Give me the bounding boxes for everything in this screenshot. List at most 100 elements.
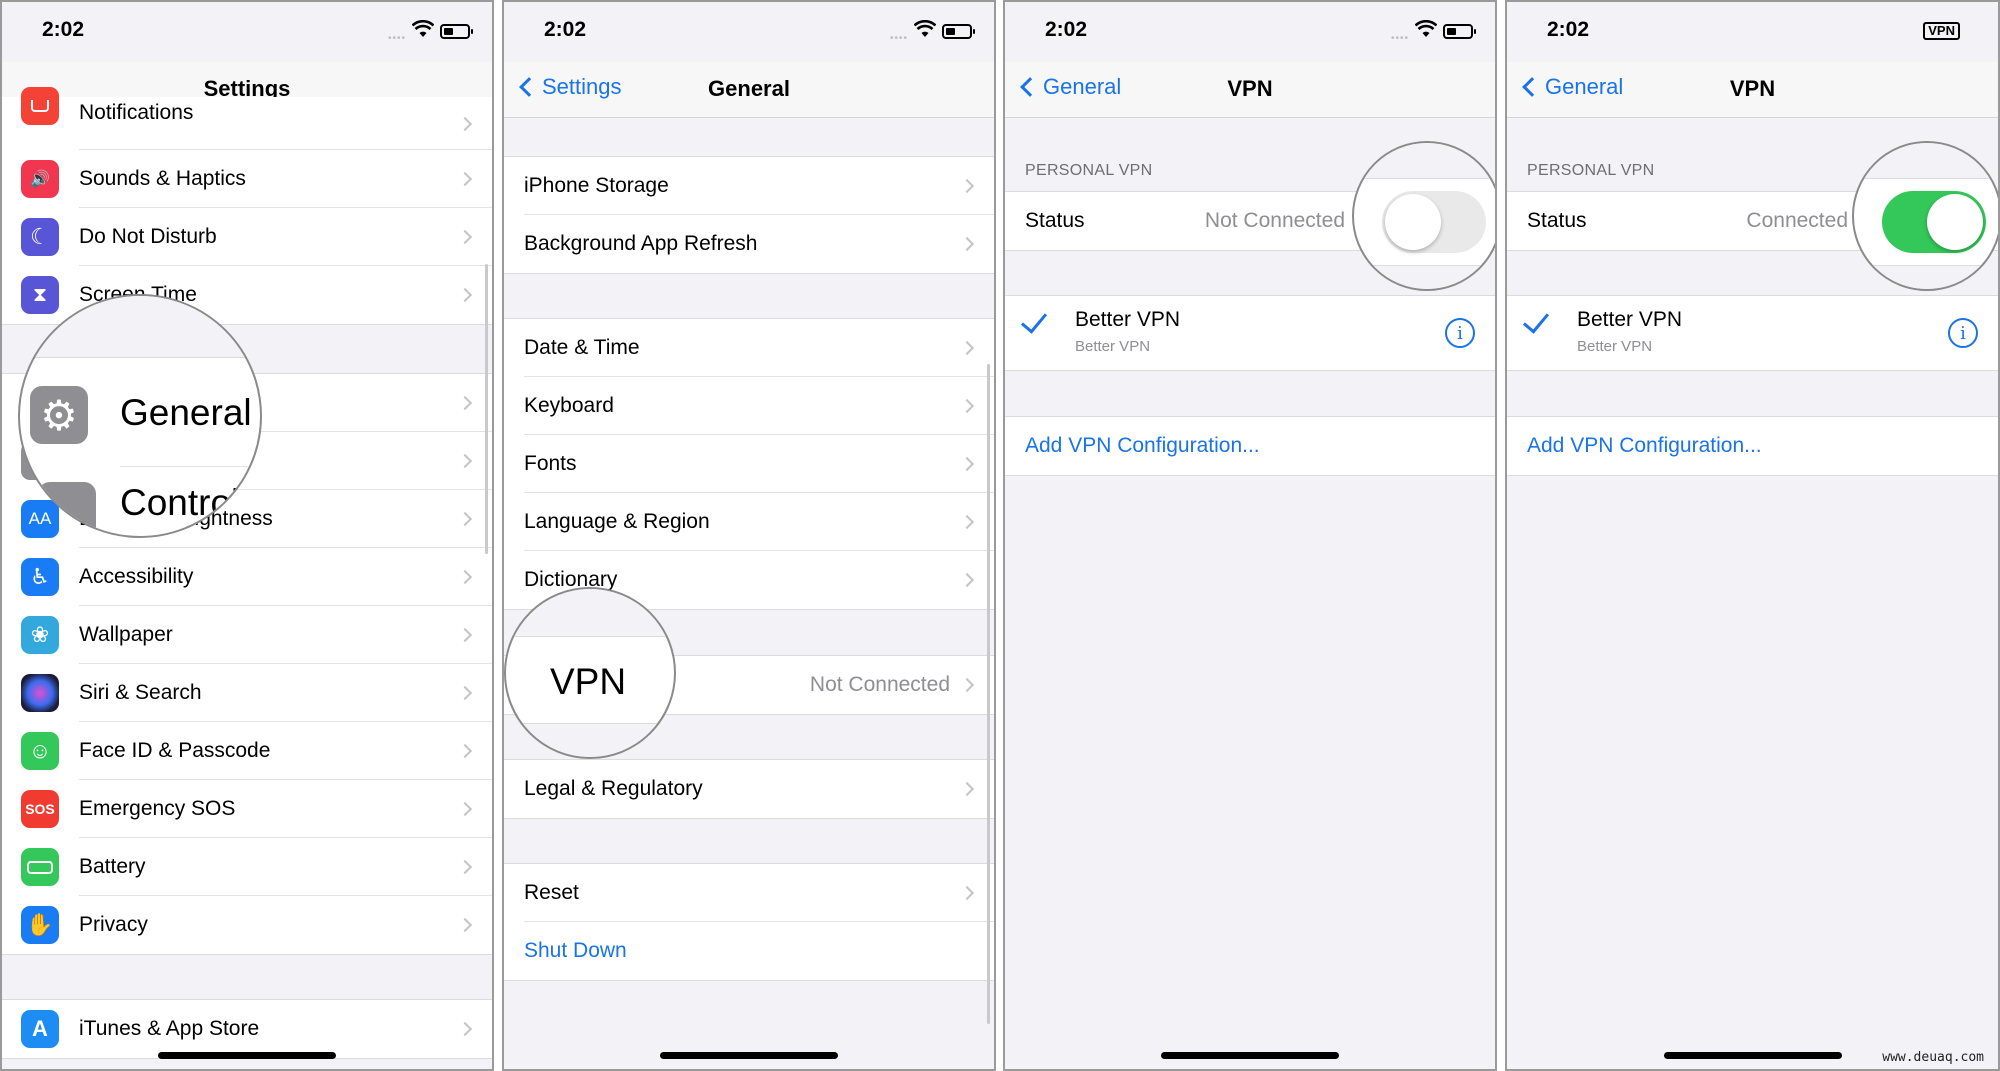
vpn-status-badge: VPN bbox=[1923, 22, 1960, 40]
settings-item-emergency-sos[interactable]: SOS Emergency SOS bbox=[2, 780, 492, 838]
vpn-config-subtitle: Better VPN bbox=[1075, 338, 1151, 355]
general-item-label: Background App Refresh bbox=[524, 232, 758, 255]
general-screen: 2:02 •••• Settings General iPhone Storag… bbox=[502, 0, 996, 1071]
settings-item-wallpaper[interactable]: ❀ Wallpaper bbox=[2, 606, 492, 664]
scrollbar[interactable] bbox=[485, 264, 488, 554]
general-item-background-app-refresh[interactable]: Background App Refresh bbox=[504, 215, 994, 273]
scrollbar[interactable] bbox=[987, 364, 990, 1024]
settings-item-label: Face ID & Passcode bbox=[79, 739, 271, 762]
accessibility-icon: ♿ bbox=[21, 558, 59, 596]
vpn-config-better-vpn[interactable]: Better VPN Better VPN i bbox=[1507, 296, 1998, 370]
magnifier-toggle bbox=[1352, 141, 1495, 291]
shut-down-button[interactable]: Shut Down bbox=[504, 922, 994, 980]
general-item-legal-regulatory[interactable]: Legal & Regulatory bbox=[504, 760, 994, 818]
chevron-right-icon bbox=[457, 859, 473, 875]
gear-icon: ⚙ bbox=[30, 386, 88, 444]
chevron-right-icon bbox=[457, 116, 473, 131]
notifications-icon bbox=[21, 87, 59, 125]
chevron-right-icon bbox=[959, 885, 975, 901]
chevron-right-icon bbox=[457, 287, 473, 303]
cellular-signal-icon: •••• bbox=[1390, 33, 1409, 44]
moon-icon: ☾ bbox=[21, 218, 59, 256]
settings-item-label: Siri & Search bbox=[79, 681, 202, 704]
magnified-general-label: General bbox=[120, 392, 252, 433]
general-item-label: Legal & Regulatory bbox=[524, 777, 703, 800]
page-title: VPN bbox=[1227, 76, 1273, 101]
chevron-right-icon bbox=[457, 627, 473, 643]
chevron-right-icon bbox=[959, 677, 975, 693]
battery-icon bbox=[1443, 24, 1476, 39]
general-group-2: Date & Time Keyboard Fonts Language & Re… bbox=[504, 318, 994, 610]
vpn-config-group: Better VPN Better VPN i bbox=[1507, 295, 1998, 371]
home-indicator bbox=[1161, 1052, 1339, 1059]
settings-item-label: Emergency SOS bbox=[79, 797, 236, 820]
chevron-right-icon bbox=[959, 781, 975, 797]
general-item-language-region[interactable]: Language & Region bbox=[504, 493, 994, 551]
status-time: 2:02 bbox=[1547, 18, 1590, 41]
magnifier-general: ⚙ General Control bbox=[18, 294, 262, 538]
navbar: General VPN bbox=[1507, 62, 1998, 118]
info-icon[interactable]: i bbox=[1948, 318, 1978, 348]
chevron-right-icon bbox=[959, 236, 975, 252]
settings-item-label: Wallpaper bbox=[79, 623, 173, 646]
settings-item-accessibility[interactable]: ♿ Accessibility bbox=[2, 548, 492, 606]
sos-icon: SOS bbox=[21, 790, 59, 828]
vpn-status-toggle[interactable] bbox=[1882, 191, 1986, 253]
vpn-config-better-vpn[interactable]: Better VPN Better VPN i bbox=[1005, 296, 1495, 370]
general-item-label: Keyboard bbox=[524, 394, 614, 417]
status-label: Status bbox=[1025, 209, 1085, 232]
navbar: Settings General bbox=[504, 62, 994, 118]
vpn-config-subtitle: Better VPN bbox=[1577, 338, 1653, 355]
toggle-knob bbox=[1385, 194, 1441, 250]
hand-icon: ✋ bbox=[21, 906, 59, 944]
general-item-date-time[interactable]: Date & Time bbox=[504, 319, 994, 377]
section-header: PERSONAL VPN bbox=[1025, 162, 1153, 179]
toggle-knob bbox=[1927, 194, 1983, 250]
settings-item-privacy[interactable]: ✋ Privacy bbox=[2, 896, 492, 954]
settings-item-itunes-app-store[interactable]: A iTunes & App Store bbox=[2, 1000, 492, 1058]
page-title: General bbox=[708, 76, 790, 101]
speaker-icon: 🔊 bbox=[21, 160, 59, 198]
battery-icon bbox=[942, 24, 975, 39]
chevron-right-icon bbox=[959, 572, 975, 588]
home-indicator bbox=[158, 1052, 336, 1059]
settings-item-notifications[interactable]: Notifications bbox=[2, 87, 492, 150]
chevron-right-icon bbox=[959, 340, 975, 356]
battery-icon bbox=[440, 24, 473, 39]
vpn-config-name: Better VPN bbox=[1075, 308, 1181, 331]
vpn-status-toggle[interactable] bbox=[1382, 191, 1486, 253]
settings-item-face-id-passcode[interactable]: ☺ Face ID & Passcode bbox=[2, 722, 492, 780]
add-vpn-configuration-button[interactable]: Add VPN Configuration... bbox=[1005, 417, 1495, 475]
settings-item-battery[interactable]: Battery bbox=[2, 838, 492, 896]
settings-screen: 2:02 •••• Settings Notifications 🔊 Sound… bbox=[0, 0, 494, 1071]
status-bar: 2:02 •••• bbox=[1005, 2, 1495, 62]
settings-item-siri-search[interactable]: Siri & Search bbox=[2, 664, 492, 722]
general-group-5: Reset Shut Down bbox=[504, 863, 994, 981]
general-item-label: Fonts bbox=[524, 452, 577, 475]
vpn-screen-disconnected: 2:02 •••• General VPN PERSONAL VPN Statu… bbox=[1003, 0, 1497, 1071]
general-group-4: Legal & Regulatory bbox=[504, 759, 994, 819]
settings-group-3: A iTunes & App Store bbox=[2, 999, 492, 1059]
cellular-signal-icon: •••• bbox=[387, 33, 406, 44]
general-item-keyboard[interactable]: Keyboard bbox=[504, 377, 994, 435]
chevron-right-icon bbox=[959, 456, 975, 472]
add-config-label: Add VPN Configuration... bbox=[1025, 434, 1260, 457]
checkmark-icon bbox=[1020, 306, 1048, 334]
settings-item-do-not-disturb[interactable]: ☾ Do Not Disturb bbox=[2, 208, 492, 266]
settings-item-label: Accessibility bbox=[79, 565, 194, 588]
info-icon[interactable]: i bbox=[1445, 318, 1475, 348]
general-item-iphone-storage[interactable]: iPhone Storage bbox=[504, 157, 994, 215]
vpn-config-name: Better VPN bbox=[1577, 308, 1683, 331]
status-bar: 2:02 •••• bbox=[504, 2, 994, 62]
general-item-fonts[interactable]: Fonts bbox=[504, 435, 994, 493]
settings-item-label: Privacy bbox=[79, 913, 148, 936]
general-group-1: iPhone Storage Background App Refresh bbox=[504, 156, 994, 274]
add-vpn-configuration-button[interactable]: Add VPN Configuration... bbox=[1507, 417, 1998, 475]
chevron-right-icon bbox=[457, 229, 473, 245]
settings-item-sounds-haptics[interactable]: 🔊 Sounds & Haptics bbox=[2, 150, 492, 208]
vpn-status-value: Not Connected bbox=[809, 673, 950, 696]
switches-icon bbox=[38, 482, 96, 536]
status-value: Connected bbox=[1746, 209, 1848, 232]
settings-item-label: Notifications bbox=[79, 101, 194, 124]
general-item-reset[interactable]: Reset bbox=[504, 864, 994, 922]
